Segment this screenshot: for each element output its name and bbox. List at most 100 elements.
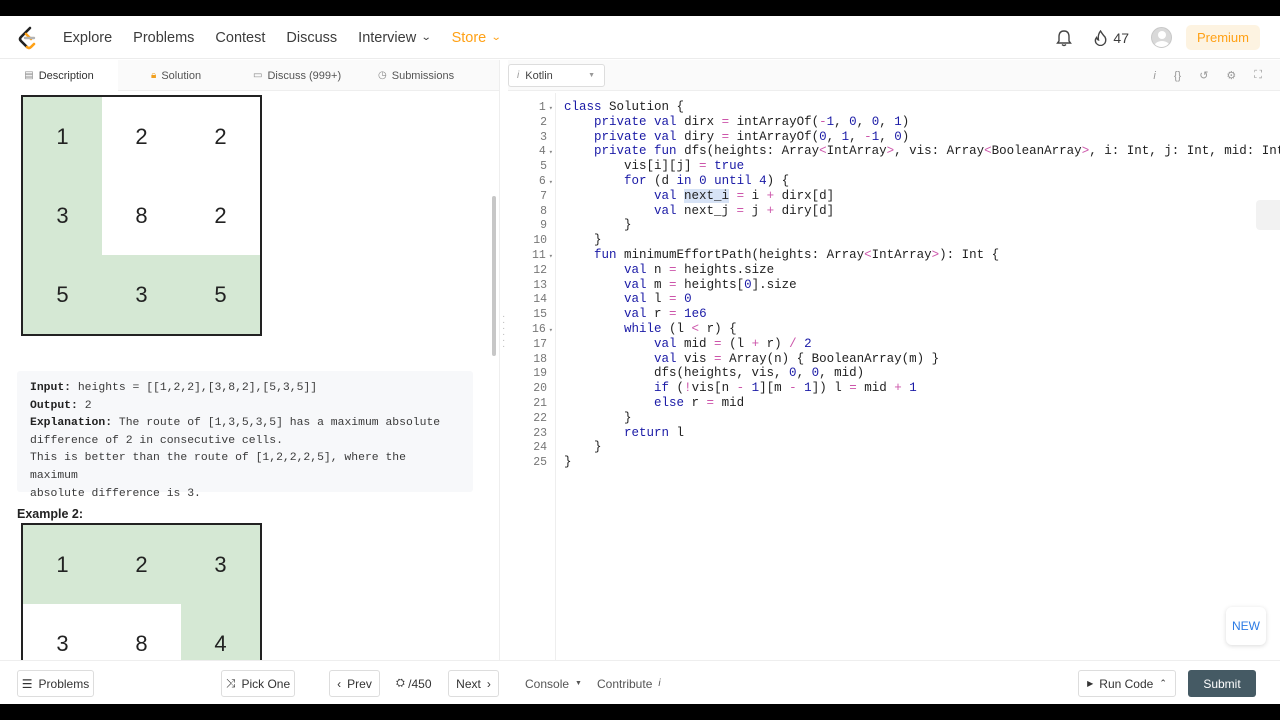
tab-discuss[interactable]: ▭ Discuss (999+)	[253, 60, 341, 91]
grid-cell: 5	[181, 255, 260, 334]
premium-button[interactable]: Premium	[1185, 25, 1260, 50]
tab-description-label: Description	[38, 69, 94, 82]
code-line[interactable]: val mid = (l + r) / 2	[564, 337, 812, 351]
avatar[interactable]	[1150, 27, 1172, 48]
console-toggle[interactable]: Console ▼	[525, 670, 582, 697]
chevron-right-icon: ›	[486, 676, 491, 691]
submit-button[interactable]: Submit	[1188, 670, 1256, 697]
problem-counter[interactable]: ⛭ /450	[396, 670, 432, 697]
fold-arrow-icon[interactable]: ▾	[549, 179, 553, 187]
streak-count: 47	[1113, 29, 1129, 46]
code-line[interactable]: private val diry = intArrayOf(0, 1, -1, …	[564, 130, 909, 144]
tab-solution[interactable]: 🔒︎ Solution	[151, 60, 201, 91]
code-line[interactable]: class Solution {	[564, 100, 684, 114]
chevron-down-icon: ⌄	[491, 32, 502, 43]
fullscreen-icon[interactable]: ⛶	[1254, 69, 1262, 82]
code-line[interactable]: while (l < r) {	[564, 322, 737, 336]
code-line[interactable]: private fun dfs(heights: Array<IntArray>…	[564, 144, 1280, 158]
run-code-button[interactable]: ▶ Run Code ⌃	[1078, 670, 1176, 697]
pick-one-button[interactable]: ⤨ Pick One	[221, 670, 295, 697]
code-line[interactable]: val m = heights[0].size	[564, 278, 797, 292]
leetcode-logo-icon[interactable]	[17, 26, 39, 50]
line-number: 8	[540, 204, 547, 218]
console-label: Console	[525, 676, 570, 691]
prev-button[interactable]: ‹ Prev	[329, 670, 380, 697]
grid-cell: 5	[23, 255, 102, 334]
shuffle-icon: ⤨	[225, 676, 236, 690]
nav-store[interactable]: Store ⌄	[451, 29, 502, 46]
grid-cell: 1	[23, 97, 102, 176]
play-icon: ▶	[1087, 679, 1094, 688]
line-number: 22	[533, 411, 547, 425]
nav-discuss[interactable]: Discuss	[286, 30, 337, 46]
fold-arrow-icon[interactable]: ▾	[549, 149, 553, 157]
line-number: 3	[540, 130, 547, 144]
tab-submissions[interactable]: ◷ Submissions	[378, 60, 454, 91]
line-number: 9	[540, 219, 547, 233]
new-feature-badge[interactable]: NEW	[1226, 607, 1266, 645]
grid-cell: 3	[181, 525, 260, 604]
nav-store-label: Store	[451, 29, 487, 46]
line-number: 12	[533, 263, 547, 277]
code-line[interactable]: val l = 0	[564, 292, 692, 306]
code-line[interactable]: fun minimumEffortPath(heights: Array<Int…	[564, 248, 999, 262]
input-value: heights = [[1,2,2],[3,8,2],[5,3,5]]	[71, 382, 318, 394]
fold-arrow-icon[interactable]: ▾	[549, 253, 553, 261]
list-icon: ☰	[21, 676, 33, 691]
line-number: 17	[533, 337, 547, 351]
next-label: Next	[456, 676, 481, 691]
code-line[interactable]: val r = 1e6	[564, 307, 707, 321]
code-line[interactable]: for (d in 0 until 4) {	[564, 174, 789, 188]
description-scrollbar[interactable]	[492, 196, 496, 356]
caret-down-icon: ▼	[588, 72, 595, 79]
line-number: 2	[540, 115, 547, 129]
nav-problems[interactable]: Problems	[133, 30, 194, 46]
panel-resize-handle[interactable]: · · · · · ·	[502, 312, 505, 352]
code-line[interactable]: val next_j = j + diry[d]	[564, 204, 834, 218]
language-select[interactable]: i Kotlin ▼	[508, 64, 605, 87]
streak-counter[interactable]: 47	[1094, 29, 1129, 46]
code-line[interactable]: private val dirx = intArrayOf(-1, 0, 0, …	[564, 115, 909, 129]
tab-description[interactable]: ▤ Description	[0, 60, 118, 91]
output-value: 2	[77, 399, 92, 412]
grid-cell: 8	[135, 202, 148, 228]
info-icon[interactable]: i	[1153, 70, 1155, 82]
code-line[interactable]: val next_i = i + dirx[d]	[564, 188, 834, 203]
code-line[interactable]: }	[564, 440, 602, 454]
line-number: 21	[533, 397, 547, 410]
line-number: 10	[533, 234, 547, 248]
fold-arrow-icon[interactable]: ▾	[549, 105, 553, 113]
fold-arrow-icon[interactable]: ▾	[549, 327, 553, 335]
nav-explore[interactable]: Explore	[63, 30, 112, 46]
nav-right: 47 Premium	[1056, 16, 1260, 59]
side-panel-handle[interactable]	[1256, 200, 1280, 230]
braces-icon[interactable]: {}	[1174, 70, 1181, 82]
contribute-link[interactable]: Contribute i	[597, 670, 661, 697]
problems-button[interactable]: ☰ Problems	[17, 670, 94, 697]
code-line[interactable]: val vis = Array(n) { BooleanArray(m) }	[564, 352, 939, 366]
line-number: 18	[533, 352, 547, 366]
caret-down-icon: ▼	[575, 680, 582, 687]
code-area[interactable]: 1 ▾ 2 3 4 ▾ 5 6 ▾ 7 8 9 10 11 ▾ 12 13 14 15 16 ▾ 17 18 19 20 21 22…	[508, 93, 1280, 660]
clock-icon: ◷	[378, 70, 387, 81]
code-line[interactable]: if (!vis[n - 1][m - 1]) l = mid + 1	[564, 381, 917, 395]
reset-icon[interactable]: ↺	[1199, 69, 1208, 82]
code-line[interactable]: val n = heights.size	[564, 263, 774, 277]
code-line[interactable]: vis[i][j] = true	[564, 159, 744, 173]
next-button[interactable]: Next ›	[448, 670, 499, 697]
line-number: 20	[533, 382, 547, 396]
code-line[interactable]: else r = mid	[564, 396, 744, 410]
settings-icon[interactable]: ⚙	[1226, 69, 1236, 82]
line-number: 4 ▾	[538, 145, 553, 159]
code-line[interactable]: }	[564, 455, 572, 469]
output-label: Output:	[30, 399, 78, 412]
code-line[interactable]: }	[564, 411, 632, 425]
nav-contest[interactable]: Contest	[215, 30, 265, 46]
bell-icon[interactable]	[1056, 29, 1073, 47]
nav-interview[interactable]: Interview ⌄	[358, 30, 432, 46]
code-line[interactable]: }	[564, 218, 632, 232]
code-line[interactable]: return l	[564, 426, 684, 440]
code-line[interactable]: dfs(heights, vis, 0, 0, mid)	[564, 366, 864, 380]
code-line[interactable]: }	[564, 233, 602, 247]
line-gutter: 1 ▾ 2 3 4 ▾ 5 6 ▾ 7 8 9 10 11 ▾ 12 13 14 15 16 ▾ 17 18 19 20 21 22…	[508, 93, 556, 660]
